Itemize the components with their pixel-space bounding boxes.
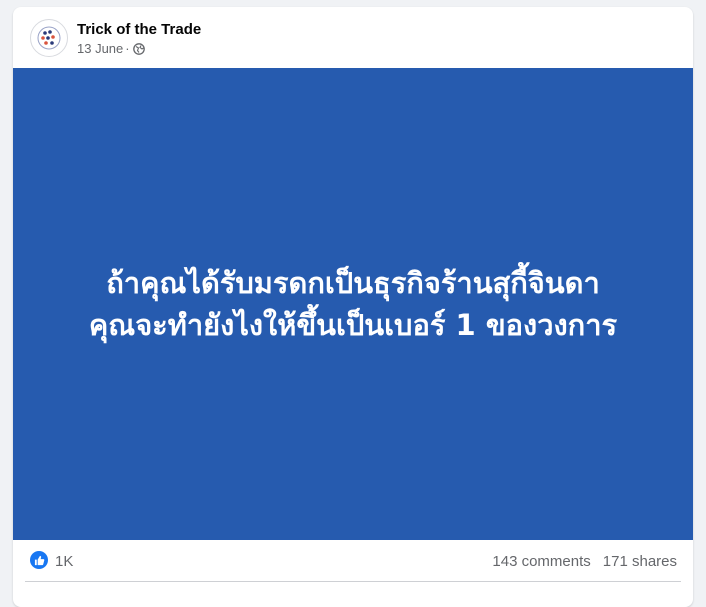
- globe-icon: [132, 42, 145, 55]
- reaction-count[interactable]: 1K: [55, 553, 73, 570]
- like-icon[interactable]: [30, 551, 48, 569]
- footer-divider: [25, 581, 681, 582]
- post-image-line-1: ถ้าคุณได้รับมรดกเป็นธุรกิจร้านสุกี้จินดา: [106, 266, 600, 300]
- post-author[interactable]: Trick of the Trade: [77, 21, 201, 38]
- comments-count[interactable]: 143 comments: [492, 553, 590, 570]
- post-meta: 13 June ·: [77, 41, 145, 56]
- post-stats: 143 comments 171 shares: [492, 553, 677, 570]
- page-avatar[interactable]: [30, 19, 68, 57]
- post-date[interactable]: 13 June: [77, 41, 123, 56]
- meta-separator: ·: [125, 41, 130, 56]
- avatar-logo: [37, 26, 61, 50]
- post-card: Trick of the Trade 13 June · ถ้าคุณได้รั…: [13, 7, 693, 607]
- shares-count[interactable]: 171 shares: [603, 553, 677, 570]
- post-footer: 1K 143 comments 171 shares: [13, 540, 693, 582]
- post-header: Trick of the Trade 13 June ·: [13, 7, 693, 68]
- post-image-line-2: คุณจะทำยังไงให้ขึ้นเป็นเบอร์ 1 ของวงการ: [88, 308, 618, 342]
- post-image[interactable]: ถ้าคุณได้รับมรดกเป็นธุรกิจร้านสุกี้จินดา…: [13, 68, 693, 540]
